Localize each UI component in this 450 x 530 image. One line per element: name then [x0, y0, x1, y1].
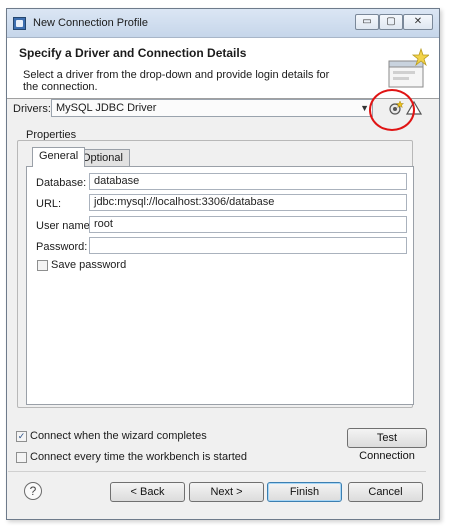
cancel-button[interactable]: Cancel: [348, 482, 423, 502]
save-password-label: Save password: [51, 259, 127, 271]
connect-every-time-label: Connect every time the workbench is star…: [30, 451, 248, 463]
drivers-label: Drivers:: [13, 103, 51, 115]
url-field[interactable]: jdbc:mysql://localhost:3306/database: [89, 194, 407, 211]
database-field[interactable]: database: [89, 173, 407, 190]
database-label: Database:: [36, 177, 87, 189]
password-label: Password:: [36, 241, 88, 253]
close-button[interactable]: ✕: [403, 14, 433, 30]
window-title: New Connection Profile: [33, 17, 148, 29]
wizard-graphic-icon: [388, 47, 429, 88]
chevron-down-icon: ▼: [360, 103, 369, 113]
password-field[interactable]: [89, 237, 407, 254]
app-icon: [13, 17, 26, 30]
connect-when-complete-label: Connect when the wizard completes: [30, 430, 207, 442]
wizard-banner: Specify a Driver and Connection Details …: [7, 38, 439, 99]
maximize-button[interactable]: ▢: [379, 14, 403, 30]
connect-when-complete-checkbox[interactable]: ✓: [16, 431, 27, 442]
next-button[interactable]: Next >: [189, 482, 264, 502]
save-password-checkbox[interactable]: [37, 260, 48, 271]
test-connection-button[interactable]: Test Connection: [347, 428, 427, 462]
finish-button[interactable]: Finish: [267, 482, 342, 502]
highlight-circle: [369, 89, 415, 131]
tab-general[interactable]: General: [32, 147, 86, 167]
title-bar: New Connection Profile ▭ ▢ ✕: [7, 9, 439, 38]
user-name-label: User name:: [36, 220, 93, 232]
help-icon[interactable]: ?: [24, 482, 42, 500]
page-title: Specify a Driver and Connection Details: [19, 46, 247, 60]
page-description: Select a driver from the drop-down and p…: [23, 69, 330, 93]
minimize-button[interactable]: ▭: [355, 14, 379, 30]
user-name-field[interactable]: root: [89, 216, 407, 233]
connect-every-time-checkbox[interactable]: [16, 452, 27, 463]
url-label: URL:: [36, 198, 62, 210]
back-button[interactable]: < Back: [110, 482, 185, 502]
driver-select-value: MySQL JDBC Driver: [56, 102, 157, 114]
driver-select[interactable]: MySQL JDBC Driver ▼: [51, 99, 373, 117]
footer-divider: [8, 471, 426, 472]
